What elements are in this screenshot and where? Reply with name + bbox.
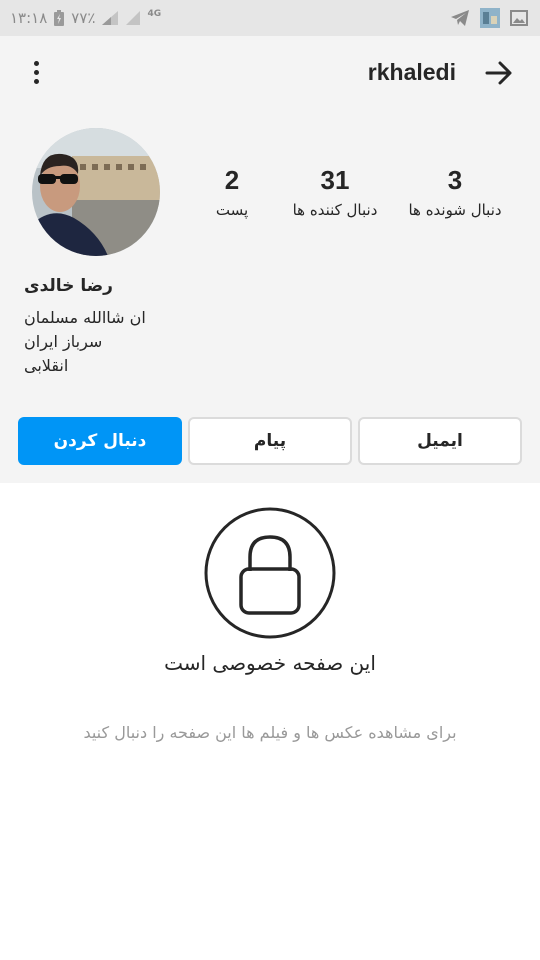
bio-line: ان شاالله مسلمان [24, 308, 146, 327]
followers-label: دنبال کننده ها [292, 201, 378, 219]
status-bar: ۱۳:۱۸ ۷۷٪ 4G [0, 0, 540, 36]
photo-app-icon [480, 8, 500, 28]
private-title: این صفحه خصوصی است [164, 651, 376, 675]
gallery-icon [510, 10, 528, 26]
network-signal-icon [125, 10, 141, 26]
status-time: ۱۳:۱۸ [10, 9, 48, 27]
more-vertical-icon [33, 60, 39, 66]
top-bar: rkhaledi [0, 36, 540, 108]
more-vertical-icon-dot [33, 78, 39, 84]
stat-following[interactable]: 3 دنبال شونده ها [395, 163, 515, 221]
followers-count: 31 [320, 165, 350, 195]
arrow-right-icon [485, 61, 512, 85]
bio-line: سرباز ایران [24, 332, 103, 351]
bio: ان شاالله مسلمان سرباز ایران انقلابی [24, 306, 146, 378]
email-button[interactable]: ایمیل [358, 417, 522, 465]
battery-icon [53, 9, 65, 27]
battery-percent: ۷۷٪ [71, 9, 96, 27]
following-count: 3 [447, 165, 463, 195]
network-type: 4G [147, 9, 162, 19]
username: rkhaledi [367, 59, 456, 85]
posts-count: 2 [224, 165, 240, 195]
private-subtitle: برای مشاهده عکس ها و فیلم ها این صفحه را… [83, 723, 457, 742]
profile-header: rkhaledi 3 دنبال شونده ها 31 دنبال کننده… [0, 36, 540, 483]
back-button[interactable] [484, 58, 514, 88]
avatar[interactable] [32, 128, 160, 256]
full-name: رضا خالدی [24, 276, 113, 296]
more-vertical-icon-dot [33, 69, 39, 75]
stat-posts[interactable]: 2 پست [172, 163, 292, 221]
stat-followers[interactable]: 31 دنبال کننده ها [275, 163, 395, 221]
private-account-notice: این صفحه خصوصی است برای مشاهده عکس ها و … [0, 483, 540, 960]
follow-button[interactable]: دنبال کردن [18, 417, 182, 465]
bio-line: انقلابی [24, 356, 69, 375]
lock-icon [204, 507, 336, 639]
following-label: دنبال شونده ها [408, 201, 502, 219]
telegram-icon [450, 9, 470, 27]
status-right [450, 8, 528, 28]
posts-label: پست [215, 201, 249, 219]
message-button[interactable]: پیام [188, 417, 352, 465]
signal-icon [101, 10, 119, 26]
more-options-button[interactable] [22, 56, 50, 88]
status-left: ۱۳:۱۸ ۷۷٪ 4G [10, 8, 161, 28]
action-buttons: دنبال کردن پیام ایمیل [18, 417, 522, 465]
